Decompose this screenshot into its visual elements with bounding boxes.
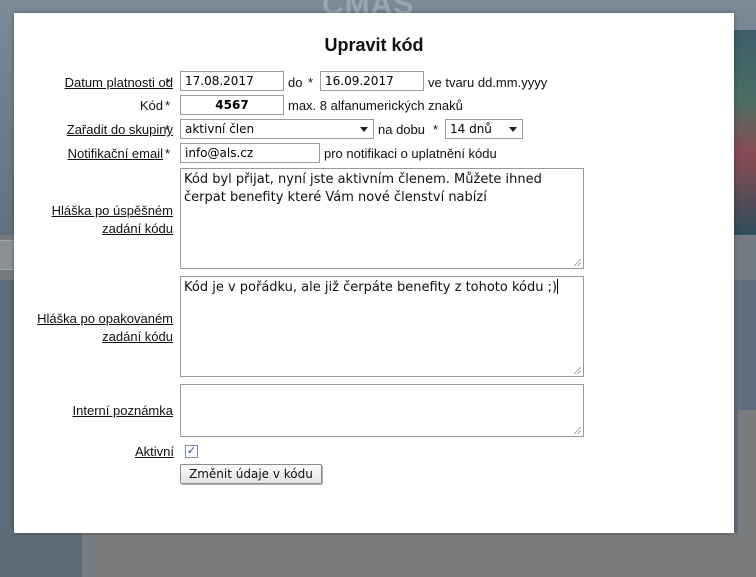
active-label: Aktivní [134, 444, 174, 459]
edit-code-dialog: Upravit kód Datum platnosti od * 17.08.2… [14, 13, 734, 533]
background-search-box [0, 240, 14, 270]
date-format-hint: ve tvaru dd.mm.yyyy [428, 75, 548, 90]
validity-label: Datum platnosti od [64, 75, 173, 90]
valid-to-input[interactable]: 16.09.2017 [320, 71, 424, 91]
resize-grip-icon[interactable] [574, 367, 581, 374]
background-bottom-left [0, 533, 82, 577]
internal-note-label: Interní poznámka [72, 403, 173, 418]
group-label: Zařadit do skupiny [66, 122, 173, 137]
chevron-down-icon [360, 127, 368, 132]
duration-select-value: 14 dnů [450, 122, 492, 136]
text-cursor [557, 279, 559, 294]
repeat-message-textarea[interactable]: Kód je v pořádku, ale již čerpáte benefi… [180, 276, 584, 377]
background-content-panel-edge [738, 410, 756, 577]
required-mark: * [165, 122, 171, 137]
required-mark: * [165, 146, 171, 161]
code-input[interactable]: 4567 [180, 95, 284, 115]
success-message-label: Hláška po úspěšném zadání kódu [51, 203, 173, 236]
validity-label-row: Datum platnosti od [23, 74, 173, 92]
chevron-down-icon [509, 127, 517, 132]
required-mark: * [433, 122, 439, 137]
notification-hint: pro notifikaci o uplatnění kódu [324, 146, 497, 161]
duration-label: na dobu [378, 122, 425, 137]
required-mark: * [165, 98, 171, 113]
resize-grip-icon[interactable] [574, 427, 581, 434]
notification-email-input[interactable]: info@als.cz [180, 143, 320, 163]
resize-grip-icon[interactable] [574, 259, 581, 266]
checkmark-icon: ✓ [186, 445, 197, 457]
dialog-title: Upravit kód [324, 35, 424, 55]
group-select-value: aktivní člen [185, 122, 255, 136]
group-select[interactable]: aktivní člen [180, 119, 374, 139]
notification-email-label: Notifikační email [67, 146, 163, 161]
required-mark: * [308, 75, 314, 90]
group-label-row: Zařadit do skupiny [23, 121, 173, 139]
active-checkbox[interactable]: ✓ [185, 445, 198, 458]
code-length-hint: max. 8 alfanumerických znaků [288, 98, 463, 113]
success-message-text: Kód byl přijat, nyní jste aktivním člene… [184, 172, 542, 205]
repeat-message-text: Kód je v pořádku, ale již čerpáte benefi… [184, 280, 558, 295]
repeat-message-label: Hláška po opakovaném zadání kódu [37, 311, 173, 344]
internal-note-textarea[interactable] [180, 384, 584, 437]
submit-button[interactable]: Změnit údaje v kódu [180, 464, 322, 484]
required-mark: * [165, 75, 171, 90]
background-content-panel [82, 533, 738, 577]
duration-select[interactable]: 14 dnů [445, 119, 523, 139]
code-label: Kód [139, 98, 163, 113]
success-message-textarea[interactable]: Kód byl přijat, nyní jste aktivním člene… [180, 168, 584, 269]
notification-label-row: Notifikační email [23, 145, 163, 163]
valid-to-label: do [288, 75, 303, 90]
code-label-row: Kód [23, 97, 163, 115]
background-photo [734, 30, 756, 235]
valid-from-input[interactable]: 17.08.2017 [180, 71, 284, 91]
